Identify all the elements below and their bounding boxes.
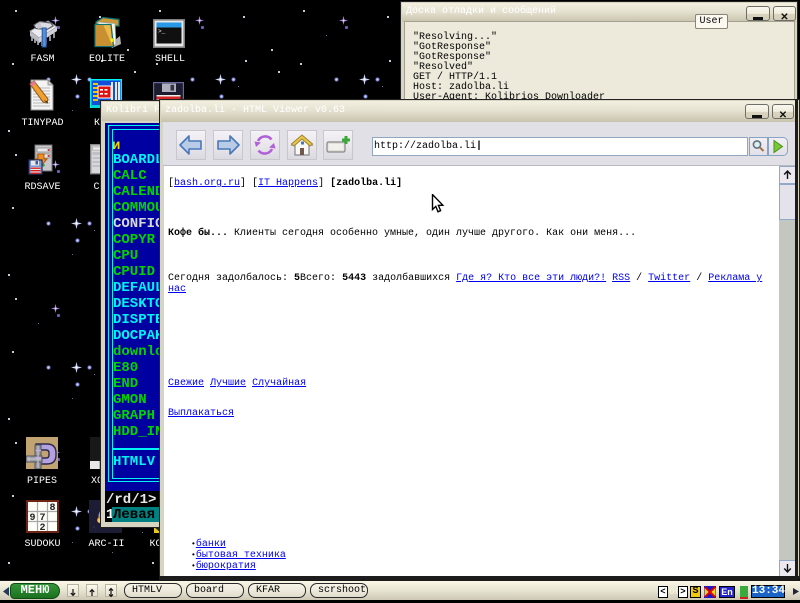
- svg-text:2: 2: [40, 523, 46, 533]
- svg-text:9: 9: [30, 513, 36, 524]
- svg-text:>_: >_: [158, 28, 166, 35]
- svg-text:8: 8: [50, 503, 56, 514]
